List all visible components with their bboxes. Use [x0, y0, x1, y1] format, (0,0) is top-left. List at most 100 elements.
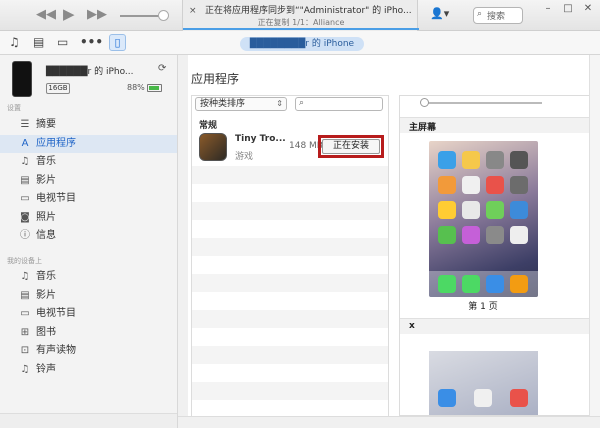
sidebar-settings-item[interactable]: ☰ 摘要: [0, 116, 177, 134]
section-label: x: [409, 321, 415, 331]
app-icon: [510, 151, 528, 169]
app-icon: [462, 201, 480, 219]
sync-icon[interactable]: ⟳: [158, 63, 166, 74]
dock-app-icon: [438, 275, 456, 293]
play-icon[interactable]: ▶: [63, 6, 75, 22]
empty-row: [192, 238, 388, 256]
zoom-slider[interactable]: [424, 102, 542, 104]
movies-icon[interactable]: ▤: [33, 35, 44, 49]
home-screen-page[interactable]: [429, 141, 538, 297]
close-button[interactable]: ✕: [578, 0, 598, 18]
sidebar-ondevice-item[interactable]: ▭ 电视节目: [0, 305, 177, 323]
search-icon: ⌕: [477, 9, 483, 19]
sync-progress-bar: [183, 28, 419, 30]
dock-app-icon: [486, 275, 504, 293]
sidebar-ondevice-item[interactable]: ♫ 音乐: [0, 268, 177, 286]
sidebar-ondevice-item[interactable]: ⊞ 图书: [0, 324, 177, 342]
nav-icon: ♫: [20, 363, 30, 375]
sidebar-settings-item[interactable]: ◙ 照片: [0, 209, 177, 227]
nav-label: 信息: [36, 230, 56, 241]
app-icon: [510, 389, 528, 407]
nav-icon: A: [21, 137, 29, 149]
sync-status-text: 正在将应用程序同步到“"Administrator" 的 iPho...: [205, 6, 412, 16]
app-search-input[interactable]: ⌕: [295, 97, 383, 111]
iphone-icon[interactable]: ▯: [109, 34, 126, 51]
app-icon: [462, 226, 480, 244]
search-icon: ⌕: [299, 98, 305, 108]
search-input[interactable]: ⌕ 搜索: [473, 7, 523, 24]
sort-label: 按种类排序: [200, 99, 246, 109]
nav-label: 照片: [36, 211, 56, 223]
app-icon: [438, 226, 456, 244]
sidebar-settings-item[interactable]: ♫ 音乐: [0, 153, 177, 171]
app-icon: [486, 151, 504, 169]
app-icon: [510, 201, 528, 219]
on-device-header: 我的设备上: [7, 257, 42, 265]
minimize-button[interactable]: –: [538, 0, 558, 18]
nav-icon: ☰: [20, 119, 30, 130]
main-panel: 应用程序 按种类排序 ⇕ ⌕ 常规 Tiny Tro... 游戏 148 MB …: [178, 55, 600, 428]
app-row[interactable]: Tiny Tro... 游戏 148 MB 正在安装: [192, 130, 388, 166]
empty-row: [192, 346, 388, 364]
empty-row: [192, 364, 388, 382]
battery-icon: [147, 84, 162, 92]
maximize-button[interactable]: □: [558, 0, 578, 18]
sidebar-scrollbar[interactable]: [0, 413, 177, 428]
app-icon: [438, 389, 456, 407]
sidebar-settings-item[interactable]: ▤ 影片: [0, 172, 177, 190]
capacity-badge: 16GB: [46, 83, 70, 94]
dock-app-icon: [510, 275, 528, 293]
app-list-panel: 按种类排序 ⇕ ⌕ 常规 Tiny Tro... 游戏 148 MB 正在安装: [191, 95, 389, 428]
battery-percent: 88%: [127, 83, 145, 92]
empty-row: [192, 184, 388, 202]
sidebar-ondevice-item[interactable]: ⊡ 有声读物: [0, 342, 177, 360]
nav-icon: ▤: [20, 174, 30, 186]
title-bar: ◀◀ ▶ ▶▶ × 正在将应用程序同步到“"Administrator" 的 i…: [0, 0, 600, 31]
sort-dropdown[interactable]: 按种类排序 ⇕: [195, 97, 287, 111]
horizontal-scrollbar[interactable]: [178, 416, 600, 428]
itunes-window: ◀◀ ▶ ▶▶ × 正在将应用程序同步到“"Administrator" 的 i…: [0, 0, 600, 428]
nav-label: 影片: [36, 174, 56, 186]
sidebar-settings-item[interactable]: A 应用程序: [0, 134, 177, 153]
device-button[interactable]: ████████r 的 iPhone: [240, 37, 364, 51]
more-icon[interactable]: •••: [80, 35, 103, 49]
next-track-icon[interactable]: ▶▶: [87, 7, 107, 23]
music-icon[interactable]: ♫: [9, 35, 20, 49]
device-thumbnail: [12, 61, 32, 97]
account-icon[interactable]: 👤▾: [430, 7, 449, 20]
battery-fill: [149, 86, 159, 90]
volume-knob[interactable]: [158, 10, 169, 21]
app-icon: [510, 176, 528, 194]
app-category: 游戏: [235, 152, 254, 162]
empty-row: [192, 166, 388, 184]
nav-label: 电视节目: [36, 308, 76, 319]
nav-icon: ⓘ: [20, 230, 30, 241]
nav-label: 音乐: [36, 271, 56, 282]
vertical-scrollbar[interactable]: [589, 55, 600, 416]
tv-icon[interactable]: ▭: [57, 35, 68, 49]
device-name: ██████r 的 iPho...: [46, 67, 134, 77]
app-icon: [462, 176, 480, 194]
sidebar-settings-item[interactable]: ⓘ 信息: [0, 227, 177, 245]
nav-label: 应用程序: [36, 137, 76, 149]
nav-label: 摘要: [36, 119, 56, 130]
sidebar-ondevice-item[interactable]: ▤ 影片: [0, 287, 177, 305]
app-icon: [462, 151, 480, 169]
nav-icon: ⊞: [20, 326, 30, 338]
section-bar: [400, 318, 599, 334]
nav-icon: ▭: [20, 193, 30, 204]
install-button[interactable]: 正在安装: [322, 139, 380, 154]
previous-track-icon[interactable]: ◀◀: [36, 7, 56, 23]
sidebar-settings-item[interactable]: ▭ 电视节目: [0, 190, 177, 208]
home-screen-page[interactable]: [429, 351, 538, 415]
zoom-knob[interactable]: [420, 98, 429, 107]
cancel-sync-icon[interactable]: ×: [189, 6, 197, 16]
media-toolbar: ♫ ▤ ▭ ••• ▯ ████████r 的 iPhone: [0, 31, 600, 55]
settings-header: 设置: [7, 104, 21, 112]
app-icon: [438, 201, 456, 219]
dock-app-icon: [462, 275, 480, 293]
sidebar-ondevice-item[interactable]: ♫ 铃声: [0, 361, 177, 379]
nav-label: 图书: [36, 326, 56, 338]
app-name: Tiny Tro...: [235, 134, 286, 144]
empty-row: [192, 310, 388, 328]
